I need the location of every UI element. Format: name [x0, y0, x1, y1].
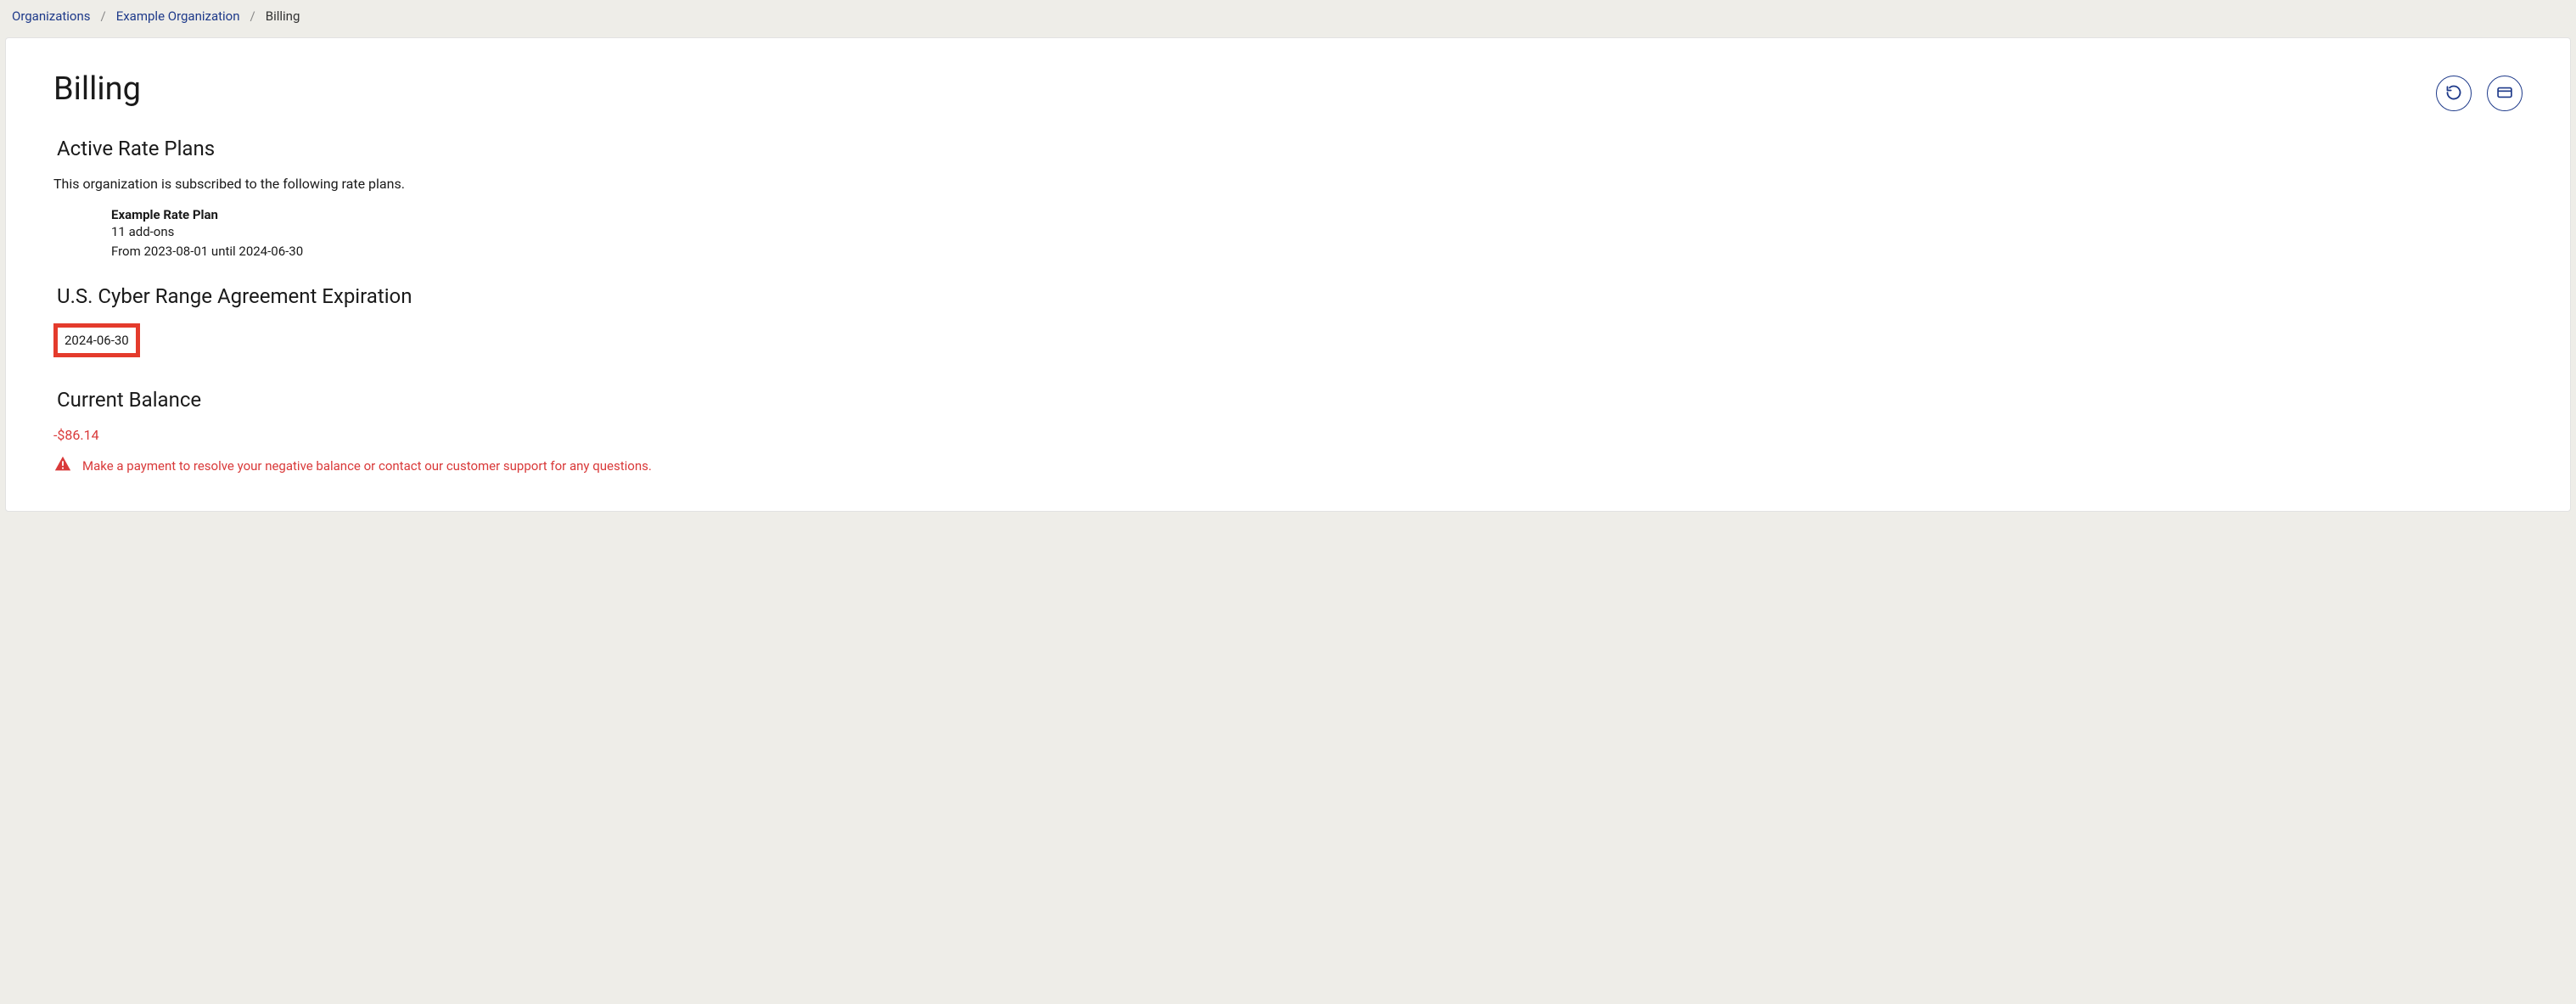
current-balance-heading: Current Balance — [57, 388, 2523, 412]
warning-text: Make a payment to resolve your negative … — [82, 458, 652, 474]
breadcrumb: Organizations / Example Organization / B… — [0, 0, 2576, 32]
page-title: Billing — [53, 70, 141, 108]
rate-plan-period: From 2023-08-01 until 2024-06-30 — [111, 242, 2523, 261]
action-buttons — [2436, 76, 2523, 111]
billing-card: Billing Active Rate Plan — [5, 37, 2571, 512]
rate-plan-item: Example Rate Plan 11 add-ons From 2023-0… — [111, 207, 2523, 261]
payment-button[interactable] — [2487, 76, 2523, 111]
rate-plan-name: Example Rate Plan — [111, 207, 2523, 222]
current-balance-amount: -$86.14 — [53, 427, 2523, 443]
negative-balance-warning: Make a payment to resolve your negative … — [53, 455, 2523, 477]
breadcrumb-separator: / — [250, 8, 255, 24]
breadcrumb-current: Billing — [266, 8, 300, 24]
refresh-icon — [2445, 84, 2462, 104]
breadcrumb-separator: / — [101, 8, 106, 24]
active-rate-plans-intro: This organization is subscribed to the f… — [53, 176, 2523, 192]
rate-plan-addons: 11 add-ons — [111, 222, 2523, 242]
credit-card-icon — [2496, 84, 2513, 104]
breadcrumb-organization-link[interactable]: Example Organization — [116, 8, 240, 24]
breadcrumb-organizations[interactable]: Organizations — [12, 8, 91, 24]
warning-icon — [53, 455, 72, 477]
active-rate-plans-heading: Active Rate Plans — [57, 137, 2523, 160]
agreement-expiration-heading: U.S. Cyber Range Agreement Expiration — [57, 284, 2523, 308]
agreement-expiration-date: 2024-06-30 — [53, 323, 140, 357]
refresh-button[interactable] — [2436, 76, 2472, 111]
